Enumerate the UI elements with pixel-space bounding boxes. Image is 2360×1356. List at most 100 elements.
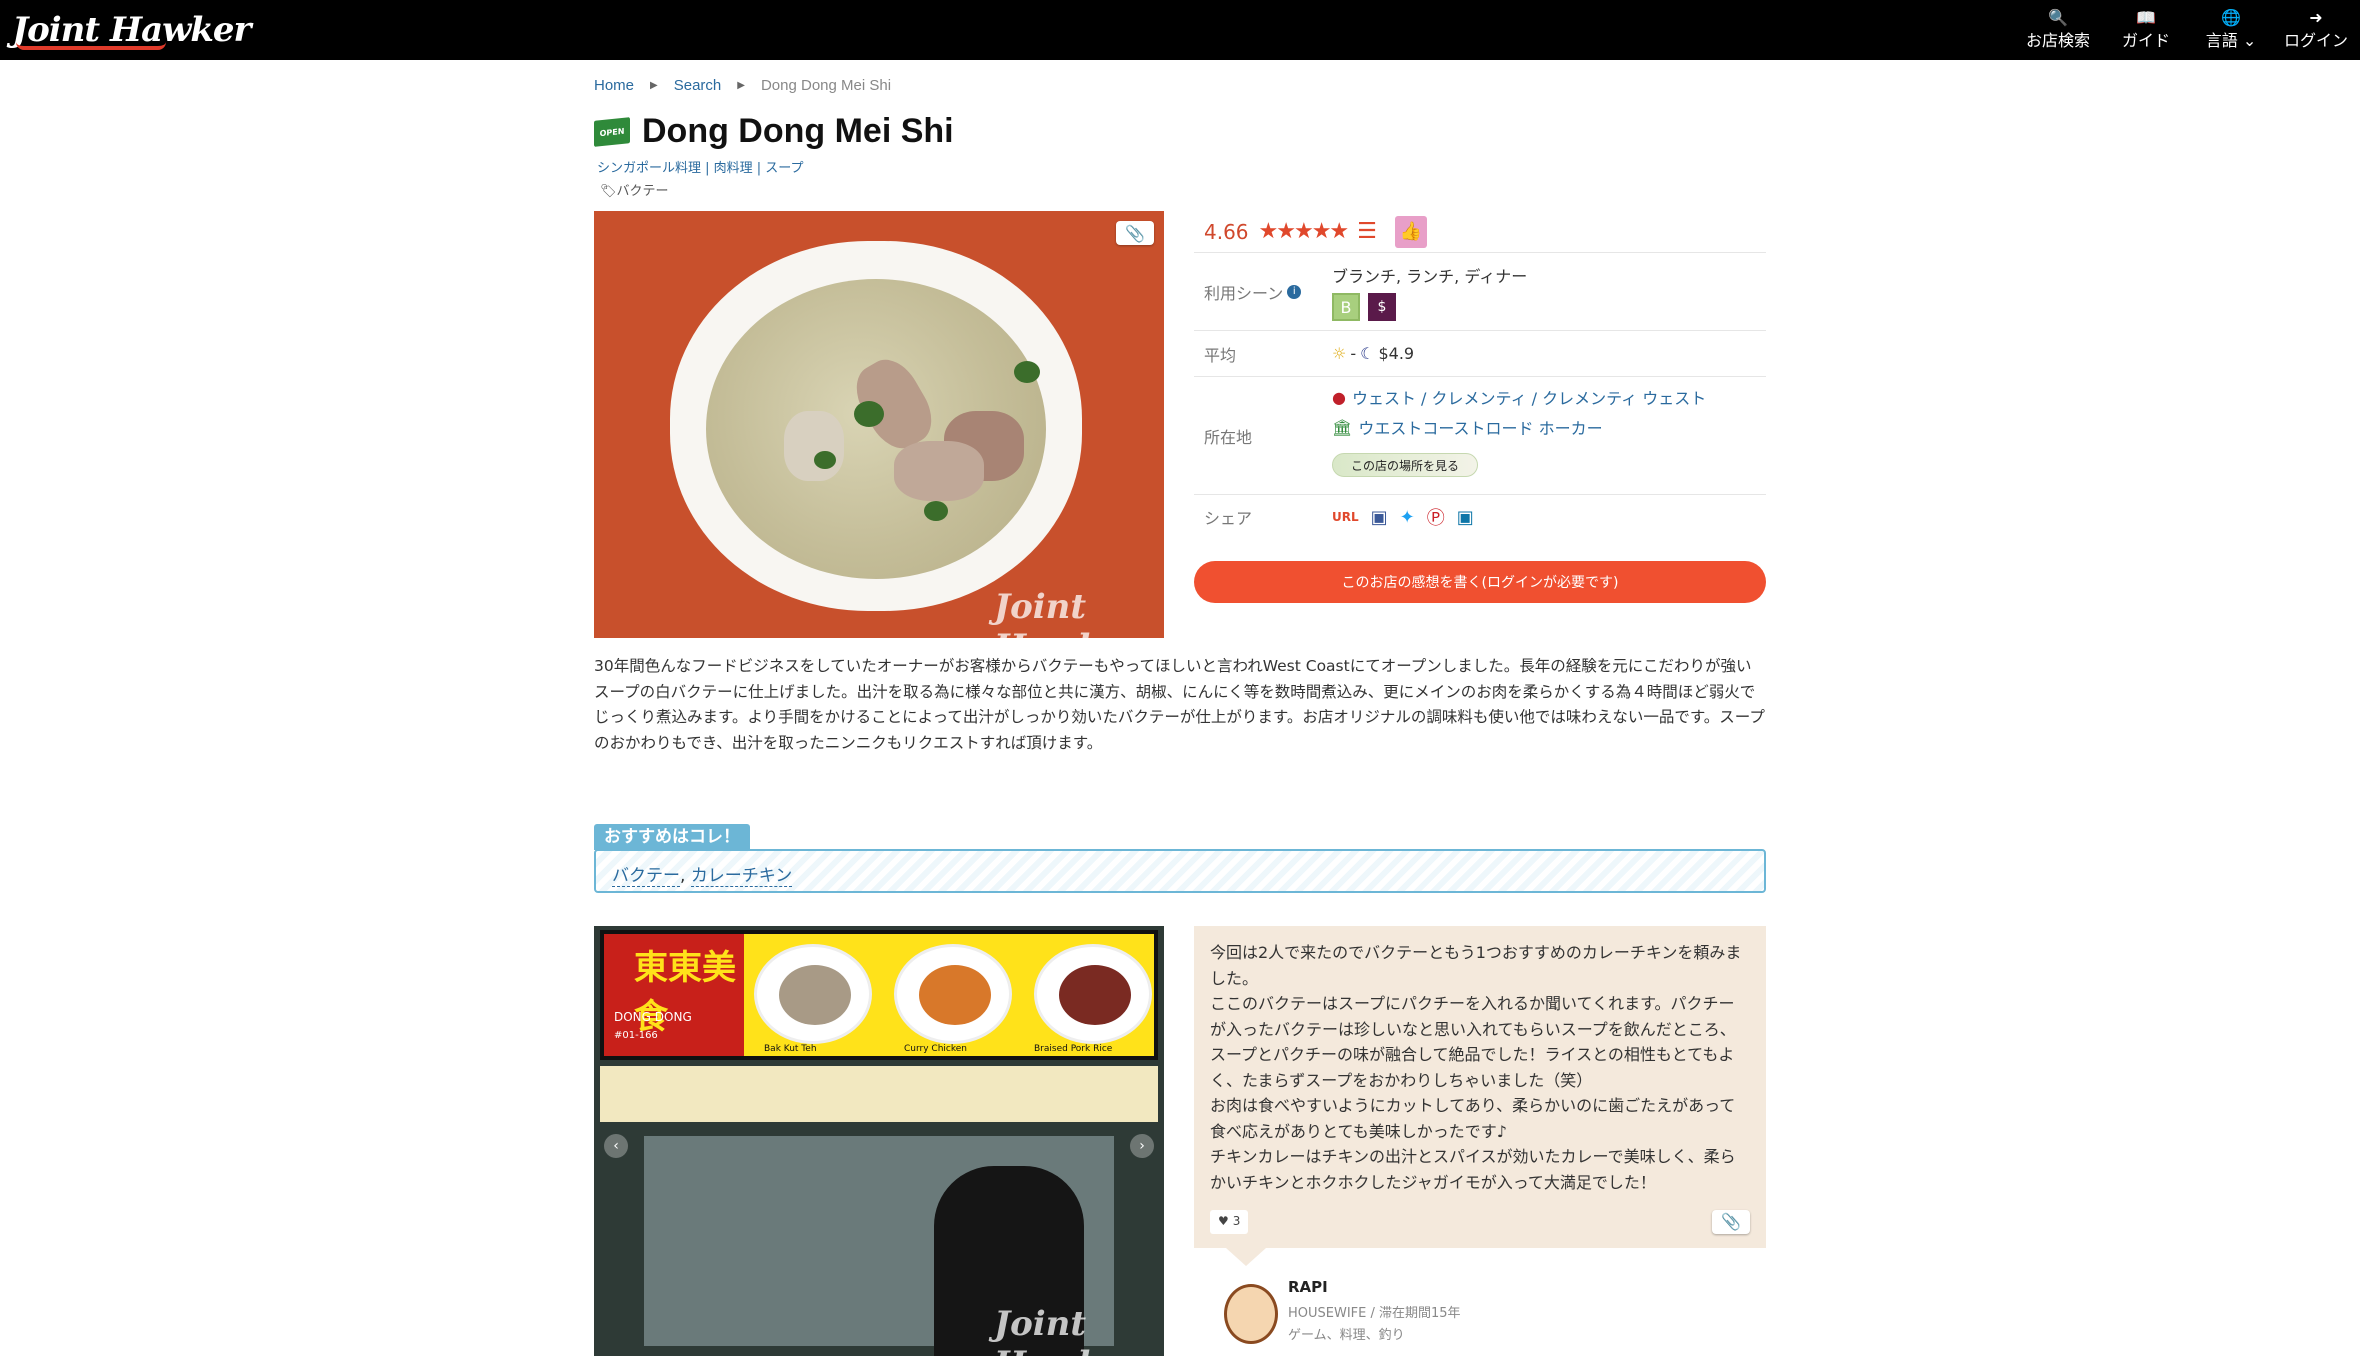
thumbs-up-button[interactable]: 👍 [1394, 215, 1427, 248]
review-line: 今回は2人で来たのでバクテーともう1つおすすめのカレーチキンを頼みました。 [1210, 943, 1742, 988]
linkedin-icon[interactable]: ▣ [1457, 507, 1474, 528]
review-line: ここのバクテーはスープにパクチーを入れるか聞いてくれます。パクチーが入ったバクテ… [1210, 994, 1736, 1090]
main-nav: 🔍 お店検索 📖 ガイド 🌐 言語 ⌄ ➜ ログイン [2014, 0, 2360, 60]
reviewer-name[interactable]: RAPI [1288, 1278, 1328, 1296]
login-icon: ➜ [2309, 8, 2323, 27]
sign-english-name: DONG DONG [614, 1010, 692, 1024]
nav-shop-search[interactable]: 🔍 お店検索 [2014, 0, 2102, 60]
share-label: シェア [1204, 509, 1253, 528]
meat-piece [894, 441, 984, 501]
open-badge: OPEN [594, 116, 630, 147]
site-logo[interactable]: Joint Hawker [12, 8, 251, 52]
dish2-label: Curry Chicken [904, 1044, 967, 1054]
dish-braised-pork [1034, 944, 1152, 1044]
url-icon[interactable]: URL [1332, 510, 1359, 524]
avatar[interactable] [1224, 1284, 1278, 1344]
nav-guide-label: ガイド [2121, 31, 2170, 50]
herb-leaf [1014, 361, 1040, 383]
nav-shop-search-label: お店検索 [2025, 31, 2090, 50]
scene-value: ブランチ, ランチ, ディナー B $ [1332, 253, 1766, 330]
recommend-item-bakkutteh[interactable]: バクテー [612, 866, 680, 887]
like-button[interactable]: ♥ 3 [1210, 1210, 1249, 1234]
pinterest-icon[interactable]: Ⓟ [1427, 504, 1445, 530]
photo-watermark: Joint Hawker [994, 587, 1141, 638]
book-icon: 📖 [2136, 8, 2156, 27]
paperclip-icon[interactable]: 📎 [1712, 1210, 1750, 1234]
review-line: チキンカレーはチキンの出汁とスパイスが効いたカレーで美味しく、柔らかいチキンとホ… [1210, 1147, 1736, 1192]
average-row: 平均 ☼ - ☾ $4.9 [1194, 331, 1766, 377]
caret-right-icon: ▶ [737, 80, 745, 91]
stall-signboard: 東東美食 DONG DONG #01-166 Bak Kut Teh Curry… [600, 930, 1158, 1060]
breadcrumb-current: Dong Dong Mei Shi [760, 77, 892, 94]
chevron-down-icon: ⌄ [2242, 31, 2257, 50]
logo-swoosh [16, 42, 166, 50]
search-icon: 🔍 [2048, 8, 2068, 27]
location-area-link[interactable]: ウェスト / クレメンティ / クレメンティ ウェスト [1352, 385, 1706, 409]
hawker-row: 🏛 ウエストコーストロード ホーカー [1332, 415, 1766, 439]
sun-icon: ☼ [1332, 344, 1347, 363]
dish1-label: Bak Kut Teh [764, 1044, 817, 1054]
building-icon: 🏛 [1332, 417, 1353, 437]
average-dinner: $4.9 [1378, 344, 1415, 363]
rating-score: 4.66 [1204, 219, 1249, 244]
like-count: 3 [1232, 1214, 1241, 1229]
stall-number: #01-166 [614, 1030, 658, 1041]
herb-leaf [924, 501, 948, 521]
shop-info-panel: 4.66 ★★★★★ ☰ 👍 利用シーン i ブランチ, ランチ, ディナー B… [1194, 211, 1766, 603]
brunch-badge: B [1332, 293, 1360, 321]
shop-name: Dong Dong Mei Shi [642, 112, 954, 150]
nav-guide[interactable]: 📖 ガイド [2102, 0, 2190, 60]
sign-red-panel: 東東美食 DONG DONG #01-166 [604, 934, 744, 1056]
reviewer-hobby: ゲーム、料理、釣り [1288, 1328, 1405, 1343]
info-icon[interactable]: i [1287, 284, 1302, 299]
carousel-prev-button[interactable]: ‹ [604, 1134, 628, 1158]
nav-login[interactable]: ➜ ログイン [2272, 0, 2360, 60]
review-line: お肉は食べやすいようにカットしてあり、柔らかいのに歯ごたえがあって食べ応えがあり… [1210, 1096, 1736, 1141]
shop-description: 30年間色んなフードビジネスをしていたオーナーがお客様からバクテーもやってほしい… [594, 657, 1765, 752]
average-value: ☼ - ☾ $4.9 [1332, 331, 1766, 376]
average-lunch: - [1350, 344, 1357, 363]
stall-photo-watermark: Joint Hawker [994, 1304, 1141, 1356]
shop-title-row: OPEN Dong Dong Mei Shi [594, 112, 954, 151]
write-review-button[interactable]: このお店の感想を書く(ログインが必要です) [1194, 561, 1766, 603]
price-badge: $ [1368, 293, 1396, 321]
nav-login-label: ログイン [2283, 31, 2348, 50]
facebook-icon[interactable]: ▣ [1371, 507, 1388, 528]
star-rating: ★★★★★ [1258, 219, 1350, 244]
location-area-row: ● ウェスト / クレメンティ / クレメンティ ウェスト [1332, 385, 1766, 409]
location-value: ● ウェスト / クレメンティ / クレメンティ ウェスト 🏛 ウエストコースト… [1332, 377, 1766, 494]
dish-bakkutteh [754, 944, 872, 1044]
recommend-box: バクテー, カレーチキン [594, 849, 1766, 893]
list-icon[interactable]: ☰ [1357, 219, 1377, 244]
location-label: 所在地 [1204, 427, 1253, 447]
rating-row: 4.66 ★★★★★ ☰ 👍 [1194, 211, 1766, 253]
caret-right-icon: ▶ [650, 80, 658, 91]
tag-icon: 🏷 [600, 184, 617, 199]
review-bubble-tail [1226, 1248, 1266, 1266]
recommend-item-curry-chicken[interactable]: カレーチキン [690, 866, 793, 887]
scene-text: ブランチ, ランチ, ディナー [1332, 267, 1528, 286]
top-navbar: Joint Hawker 🔍 お店検索 📖 ガイド 🌐 言語 ⌄ ➜ ログイン [0, 0, 2360, 60]
stall-photo-carousel[interactable]: 東東美食 DONG DONG #01-166 Bak Kut Teh Curry… [594, 926, 1164, 1356]
breadcrumb: Home ▶ Search ▶ Dong Dong Mei Shi [594, 77, 891, 94]
menu-strip [600, 1066, 1158, 1122]
scene-row: 利用シーン i ブランチ, ランチ, ディナー B $ [1194, 253, 1766, 331]
nav-language[interactable]: 🌐 言語 ⌄ [2190, 0, 2272, 60]
breadcrumb-search[interactable]: Search [674, 77, 722, 94]
map-pin-icon: ● [1332, 387, 1346, 407]
moon-icon: ☾ [1360, 344, 1375, 363]
main-food-photo[interactable]: 📎 Joint Hawker [594, 211, 1164, 638]
carousel-next-button[interactable]: › [1130, 1134, 1154, 1158]
scene-label: 利用シーン i [1194, 253, 1332, 330]
dish3-label: Braised Pork Rice [1034, 1044, 1113, 1054]
shop-categories[interactable]: シンガポール料理 | 肉料理 | スープ [597, 157, 804, 176]
paperclip-icon[interactable]: 📎 [1116, 221, 1154, 245]
heart-icon: ♥ [1218, 1214, 1229, 1229]
twitter-icon[interactable]: ✦ [1400, 507, 1415, 528]
dish-curry-chicken [894, 944, 1012, 1044]
share-icons: URL ▣ ✦ Ⓟ ▣ [1332, 495, 1766, 539]
shop-tags[interactable]: 🏷バクテー [600, 180, 669, 199]
view-map-button[interactable]: この店の場所を見る [1332, 453, 1478, 477]
hawker-center-link[interactable]: ウエストコーストロード ホーカー [1358, 415, 1602, 439]
breadcrumb-home[interactable]: Home [594, 77, 634, 94]
